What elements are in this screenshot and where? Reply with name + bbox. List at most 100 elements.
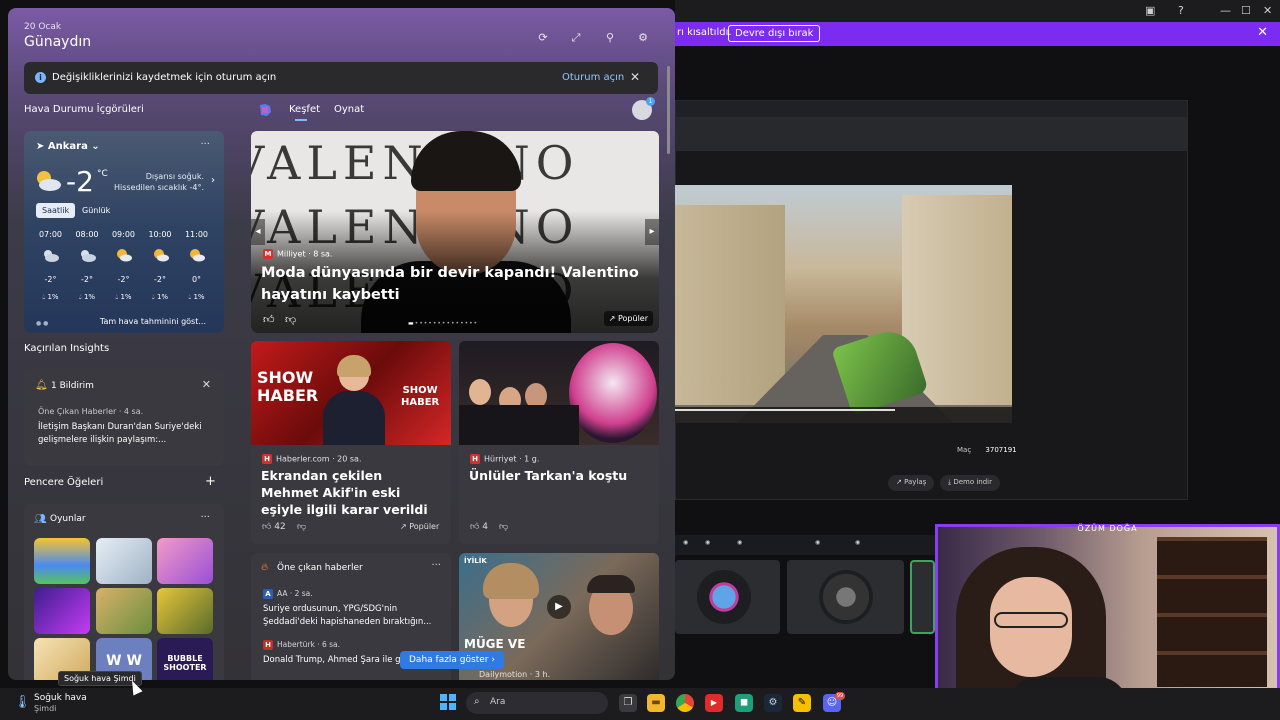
webcam-name: ÖZÜM DOĞA xyxy=(1077,524,1138,533)
hour-forecast[interactable]: 08:00 -2° 💧︎ 1% xyxy=(71,223,104,309)
top-news-headline[interactable]: Suriye ordusunun, YPG/SDG'nin Şeddadi'de… xyxy=(263,603,445,629)
hero-headline[interactable]: Moda dünyasında bir devir kapandı! Valen… xyxy=(261,262,641,306)
dislike-icon[interactable]: 👎︎ xyxy=(285,313,296,326)
taskbar-search[interactable]: ⌕ Ara xyxy=(466,692,608,714)
tab-hourly[interactable]: Saatlik xyxy=(36,203,76,218)
bell-icon: 🔔︎ xyxy=(35,380,48,391)
rain-chance: 💧︎ 1% xyxy=(42,293,59,301)
like-button[interactable]: 👍︎ 42 xyxy=(262,522,286,532)
minimize-icon[interactable]: — xyxy=(1220,4,1231,17)
dislike-icon[interactable]: 👎︎ xyxy=(297,522,306,532)
chrome-icon[interactable] xyxy=(676,694,694,712)
rain-chance: 💧︎ 1% xyxy=(115,293,132,301)
bookmark-item[interactable]: ◉ xyxy=(683,539,688,546)
signin-banner: i Değişikliklerinizi kaydetmek için otur… xyxy=(24,62,658,94)
hour-forecast[interactable]: 09:00 -2° 💧︎ 1% xyxy=(107,223,140,309)
weather-card[interactable]: ➤ Ankara ⌄ ··· -2 °C Dışarısı soğuk. His… xyxy=(24,131,224,333)
hero-news-card[interactable]: VALENTINO VALENTINO VALENTINO ◂ ▸ MMilli… xyxy=(251,131,659,333)
tab-discover[interactable]: Keşfet xyxy=(289,104,320,115)
close-icon[interactable]: ✕ xyxy=(630,70,640,84)
game-tile[interactable] xyxy=(96,538,152,584)
close-icon[interactable]: ✕ xyxy=(202,378,211,391)
game-tile[interactable] xyxy=(34,588,90,634)
page-dots: ● ● xyxy=(36,320,49,327)
thermometer-icon[interactable]: 🌡︎ xyxy=(14,695,31,710)
hour-forecast[interactable]: 10:00 -2° 💧︎ 1% xyxy=(144,223,177,309)
tab-play[interactable]: Oynat xyxy=(334,104,364,115)
notification-card[interactable]: 🔔︎ 1 Bildirim ✕ Öne Çıkan Haberler · 4 s… xyxy=(24,369,224,466)
close-window-icon[interactable]: ✕ xyxy=(1263,4,1272,17)
file-explorer-icon[interactable]: ▬ xyxy=(647,694,665,712)
bookmark-item[interactable]: ◉ xyxy=(855,539,860,546)
news-card[interactable]: SHOW HABER SHOW HABER H Haberler.com · 20… xyxy=(251,341,451,544)
task-view-icon[interactable]: ❐ xyxy=(619,694,637,712)
cloudy-night-icon xyxy=(44,250,59,262)
show-more-button[interactable]: Daha fazla göster › xyxy=(400,651,504,669)
copilot-icon[interactable] xyxy=(258,103,272,117)
game-video[interactable] xyxy=(675,185,1012,423)
avatar[interactable]: 1 xyxy=(632,97,655,120)
carousel-dots[interactable]: ▬•••••••••••••• xyxy=(408,320,478,327)
like-icon[interactable]: 👍︎ xyxy=(263,313,275,326)
add-widget-button[interactable]: + xyxy=(205,474,216,489)
pin-icon[interactable]: ⚲ xyxy=(602,30,618,46)
expand-icon[interactable]: ⤢ xyxy=(568,30,584,46)
pen-icon[interactable]: ✎ xyxy=(793,694,811,712)
refresh-icon[interactable]: ⟳ xyxy=(535,30,551,46)
bookmark-item[interactable]: ◉ xyxy=(705,539,710,546)
like-button[interactable]: 👍︎ 4 xyxy=(470,522,488,532)
dislike-icon[interactable]: 👎︎ xyxy=(499,522,508,532)
maximize-icon[interactable]: ☐ xyxy=(1241,4,1251,17)
taskbar-weather-label[interactable]: Soğuk hava xyxy=(34,693,87,703)
help-icon[interactable]: ? xyxy=(1178,4,1184,17)
start-button[interactable] xyxy=(440,694,456,710)
previous-arrow-icon[interactable]: ◂ xyxy=(251,219,265,245)
screen-share-icon[interactable]: ▣ xyxy=(1145,4,1155,17)
steam-icon[interactable]: ⚙ xyxy=(764,694,782,712)
app-icon[interactable]: ◼ xyxy=(735,694,753,712)
close-notice-icon[interactable]: ✕ xyxy=(1257,25,1268,40)
bookmark-item[interactable]: ◉ xyxy=(737,539,742,546)
discord-user-card[interactable] xyxy=(910,560,935,634)
settings-icon[interactable]: ⚙ xyxy=(635,30,651,46)
top-news-title: Öne çıkan haberler xyxy=(277,563,363,573)
notification-title: 1 Bildirim xyxy=(51,381,94,391)
share-button[interactable]: ↗ Paylaş xyxy=(888,475,935,491)
game-tile[interactable]: BUBBLE SHOOTER xyxy=(157,638,213,680)
next-arrow-icon[interactable]: ▸ xyxy=(645,219,659,245)
video-tag: İYİLİK xyxy=(464,557,487,565)
games-card[interactable]: 👥︎ Oyunlar ··· W W BUBBLE SHOOTER xyxy=(24,504,224,680)
game-tile[interactable] xyxy=(34,538,90,584)
disable-button[interactable]: Devre dışı bırak xyxy=(728,25,821,42)
more-options-icon[interactable]: ··· xyxy=(431,560,441,571)
more-options-icon[interactable]: ··· xyxy=(200,139,210,150)
news-headline[interactable]: Ekrandan çekilen Mehmet Akif'in eski eşi… xyxy=(261,467,443,518)
temp-unit: °C xyxy=(97,169,108,179)
hour-forecast[interactable]: 11:00 0° 💧︎ 1% xyxy=(180,223,213,309)
discord-user-card[interactable] xyxy=(675,560,780,634)
scrollbar[interactable] xyxy=(667,66,670,154)
youtube-icon[interactable]: ▶ xyxy=(705,694,723,712)
inner-address-bar xyxy=(676,117,1187,137)
weather-city[interactable]: ➤ Ankara ⌄ xyxy=(36,141,100,152)
game-tile[interactable] xyxy=(96,588,152,634)
games-title: Oyunlar xyxy=(50,514,86,524)
weather-description: Dışarısı soğuk. Hissedilen sıcaklık -4°. xyxy=(113,172,204,192)
signin-link[interactable]: Oturum açın xyxy=(562,72,624,83)
notification-body[interactable]: İletişim Başkanı Duran'dan Suriye'deki g… xyxy=(38,421,218,447)
demo-download-button[interactable]: ⤓ Demo indir xyxy=(940,475,1000,491)
game-tile[interactable] xyxy=(157,588,213,634)
game-tile[interactable] xyxy=(157,538,213,584)
chevron-right-icon[interactable]: › xyxy=(211,175,215,186)
tab-daily[interactable]: Günlük xyxy=(76,203,116,218)
hour-forecast[interactable]: 07:00 -2° 💧︎ 1% xyxy=(34,223,67,309)
news-headline[interactable]: Ünlüler Tarkan'a koştu xyxy=(469,467,651,484)
full-forecast-link[interactable]: Tam hava tahminini göst... xyxy=(100,317,206,326)
discord-user-card[interactable] xyxy=(787,560,904,634)
video-controls[interactable] xyxy=(675,407,1012,423)
news-card[interactable]: H Hürriyet · 1 g. Ünlüler Tarkan'a koştu … xyxy=(459,341,659,544)
match-info: Maç 3707191 xyxy=(957,446,1017,454)
more-options-icon[interactable]: ··· xyxy=(200,512,210,523)
play-icon[interactable]: ▶ xyxy=(547,595,571,619)
bookmark-item[interactable]: ◉ xyxy=(815,539,820,546)
